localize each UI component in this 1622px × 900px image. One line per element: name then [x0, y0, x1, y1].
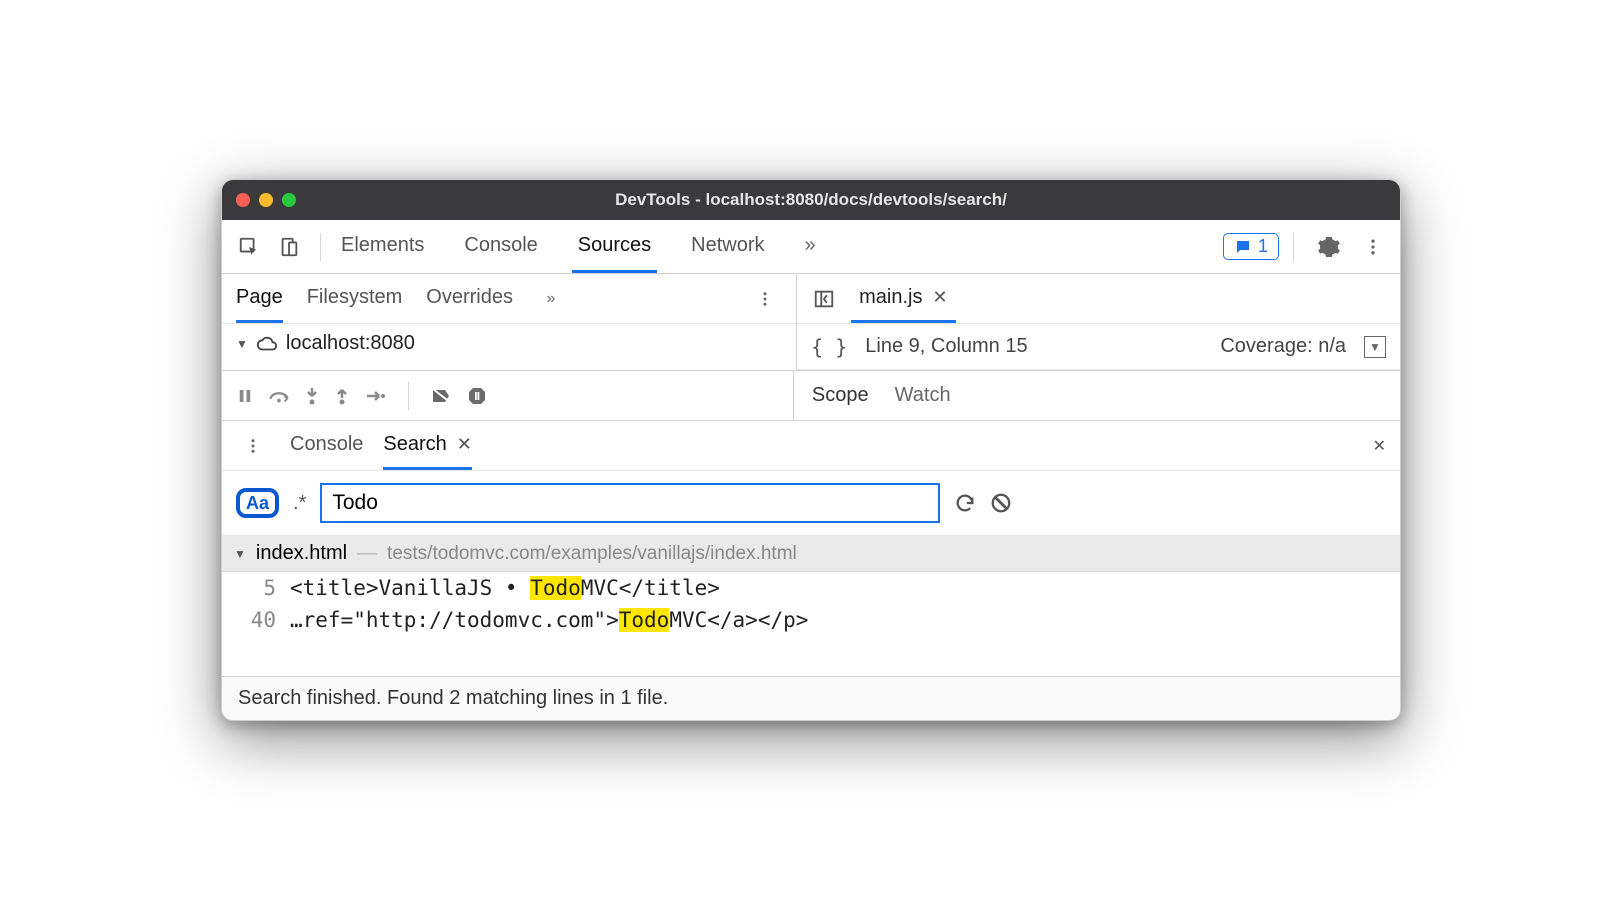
- tab-network[interactable]: Network: [685, 220, 770, 273]
- subtab-filesystem[interactable]: Filesystem: [307, 274, 403, 323]
- debugger-bar: Scope Watch: [222, 371, 1400, 421]
- close-window-button[interactable]: [236, 193, 250, 207]
- disclosure-triangle-icon[interactable]: ▼: [236, 337, 248, 351]
- editor-tab-main-js[interactable]: main.js ✕: [851, 274, 955, 323]
- cursor-position: Line 9, Column 15: [865, 335, 1027, 358]
- settings-icon[interactable]: [1312, 230, 1346, 264]
- line-content: <title>VanillaJS • TodoMVC</title>: [290, 576, 720, 600]
- drawer-kebab-icon[interactable]: [236, 429, 270, 463]
- pause-icon[interactable]: [236, 387, 254, 405]
- zoom-window-button[interactable]: [282, 193, 296, 207]
- separator: [1293, 233, 1294, 261]
- devtools-window: DevTools - localhost:8080/docs/devtools/…: [221, 179, 1401, 721]
- search-results: ▼ index.html — tests/todomvc.com/example…: [222, 536, 1400, 676]
- main-toolbar: Elements Console Sources Network » 1: [222, 220, 1400, 274]
- case-sensitive-toggle[interactable]: Aa: [236, 488, 279, 518]
- tab-elements[interactable]: Elements: [335, 220, 430, 273]
- inspect-element-icon[interactable]: [232, 230, 266, 264]
- minimize-window-button[interactable]: [259, 193, 273, 207]
- tree-host-row[interactable]: ▼ localhost:8080: [222, 324, 796, 363]
- result-line[interactable]: 5 <title>VanillaJS • TodoMVC</title>: [222, 572, 1400, 604]
- clear-search-icon[interactable]: [990, 492, 1012, 514]
- search-status: Search finished. Found 2 matching lines …: [222, 676, 1400, 720]
- step-icon[interactable]: [364, 388, 386, 404]
- cloud-icon: [256, 333, 278, 355]
- drawer-tab-search-label: Search: [383, 433, 446, 456]
- step-into-icon[interactable]: [304, 386, 320, 406]
- close-tab-icon[interactable]: ✕: [933, 287, 948, 308]
- titlebar: DevTools - localhost:8080/docs/devtools/…: [222, 180, 1400, 220]
- disclosure-triangle-icon[interactable]: ▼: [234, 547, 246, 561]
- kebab-menu-icon[interactable]: [1356, 230, 1390, 264]
- search-input[interactable]: [320, 483, 940, 523]
- tab-console[interactable]: Console: [458, 220, 543, 273]
- tab-sources[interactable]: Sources: [572, 220, 657, 273]
- watch-tab[interactable]: Watch: [895, 384, 951, 407]
- line-number: 5: [242, 576, 276, 600]
- step-out-icon[interactable]: [334, 386, 350, 406]
- separator: [408, 382, 409, 410]
- sources-split: Page Filesystem Overrides » ▼ localhost:…: [222, 274, 1400, 371]
- editor-status-bar: { } Line 9, Column 15 Coverage: n/a ▼: [797, 324, 1400, 370]
- navigator-kebab-icon[interactable]: [748, 282, 782, 316]
- dropdown-icon[interactable]: ▼: [1364, 336, 1386, 358]
- refresh-search-icon[interactable]: [954, 492, 976, 514]
- drawer-tab-console[interactable]: Console: [290, 421, 363, 470]
- feedback-button[interactable]: 1: [1223, 233, 1279, 260]
- subtab-page[interactable]: Page: [236, 274, 283, 323]
- separator: [320, 233, 321, 261]
- pretty-print-icon[interactable]: { }: [811, 335, 847, 359]
- window-controls: [236, 193, 296, 207]
- regex-toggle[interactable]: .*: [293, 492, 306, 515]
- debugger-controls: [222, 371, 794, 420]
- navigator-pane: Page Filesystem Overrides » ▼ localhost:…: [222, 274, 797, 370]
- drawer-tabs: Console Search ✕ ✕: [222, 421, 1400, 471]
- device-toolbar-icon[interactable]: [272, 230, 306, 264]
- close-drawer-tab-icon[interactable]: ✕: [457, 434, 472, 455]
- tree-host-label: localhost:8080: [286, 332, 415, 355]
- debugger-sidebar-tabs: Scope Watch: [794, 371, 1400, 420]
- editor-tab-label: main.js: [859, 286, 922, 309]
- result-file-header[interactable]: ▼ index.html — tests/todomvc.com/example…: [222, 536, 1400, 572]
- window-title: DevTools - localhost:8080/docs/devtools/…: [222, 190, 1400, 210]
- more-tabs-icon[interactable]: »: [799, 220, 827, 273]
- subtab-overrides[interactable]: Overrides: [426, 274, 513, 323]
- search-toolbar: Aa .*: [222, 471, 1400, 536]
- editor-pane: main.js ✕ { } Line 9, Column 15 Coverage…: [797, 274, 1400, 370]
- more-subtabs-icon[interactable]: »: [537, 290, 565, 308]
- show-navigator-icon[interactable]: [807, 282, 841, 316]
- coverage-label: Coverage: n/a: [1220, 335, 1346, 358]
- result-file-path: tests/todomvc.com/examples/vanillajs/ind…: [387, 543, 797, 565]
- result-line[interactable]: 40 …ref="http://todomvc.com">TodoMVC</a>…: [222, 604, 1400, 636]
- result-file-name: index.html: [256, 542, 347, 565]
- navigator-tabs: Page Filesystem Overrides »: [222, 274, 796, 324]
- pause-on-exceptions-icon[interactable]: [467, 386, 487, 406]
- line-content: …ref="http://todomvc.com">TodoMVC</a></p…: [290, 608, 808, 632]
- close-drawer-icon[interactable]: ✕: [1373, 436, 1386, 456]
- editor-tabs: main.js ✕: [797, 274, 1400, 324]
- feedback-count: 1: [1258, 236, 1268, 257]
- deactivate-breakpoints-icon[interactable]: [431, 387, 453, 405]
- step-over-icon[interactable]: [268, 387, 290, 405]
- main-tabs: Elements Console Sources Network »: [335, 220, 827, 273]
- line-number: 40: [242, 608, 276, 632]
- drawer-tab-search[interactable]: Search ✕: [383, 421, 471, 470]
- scope-tab[interactable]: Scope: [812, 384, 869, 407]
